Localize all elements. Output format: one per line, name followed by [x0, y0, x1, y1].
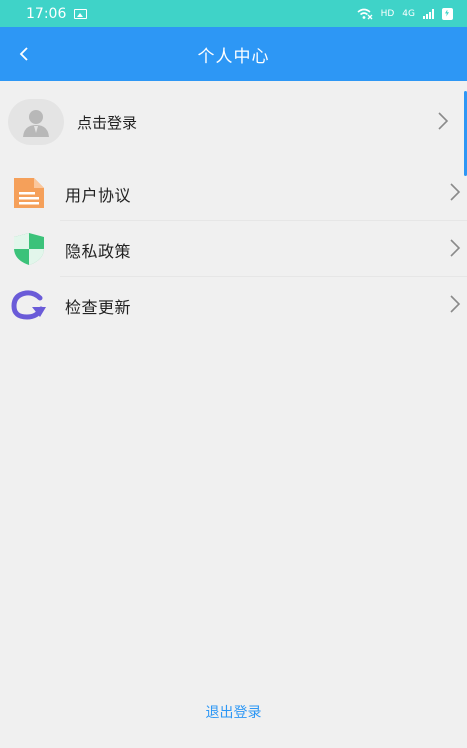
wifi-muted-icon [357, 8, 373, 19]
chevron-right-icon [450, 239, 461, 257]
logout-button[interactable]: 退出登录 [0, 702, 467, 722]
document-icon [14, 178, 44, 208]
signal-strength-icon [423, 8, 434, 19]
login-row[interactable]: 点击登录 [0, 89, 467, 157]
menu-item-check-update[interactable]: 检查更新 [0, 277, 467, 332]
nav-bar: 个人中心 [0, 27, 467, 81]
chevron-left-icon [19, 47, 28, 61]
hd-indicator: HD [380, 8, 395, 19]
menu-item-user-agreement[interactable]: 用户协议 [0, 165, 467, 220]
back-button[interactable] [0, 27, 48, 81]
signal-label: 4G [402, 8, 415, 19]
menu-item-label: 检查更新 [65, 298, 132, 317]
battery-charging-icon [442, 7, 453, 20]
chevron-right-icon [450, 295, 461, 313]
chevron-right-icon [450, 183, 461, 201]
shield-icon [14, 233, 44, 265]
status-bar: 17:06 HD 4G [0, 0, 467, 27]
image-notification-icon [74, 8, 88, 19]
refresh-arrow-icon [11, 290, 46, 320]
page-title: 个人中心 [197, 46, 270, 67]
chevron-right-icon [438, 112, 449, 130]
user-placeholder-icon [23, 110, 49, 137]
menu-item-label: 用户协议 [65, 186, 132, 205]
login-label: 点击登录 [77, 114, 138, 132]
avatar [8, 99, 64, 145]
status-time: 17:06 [26, 5, 67, 22]
menu-item-label: 隐私政策 [65, 242, 132, 261]
menu-item-privacy-policy[interactable]: 隐私政策 [0, 221, 467, 276]
